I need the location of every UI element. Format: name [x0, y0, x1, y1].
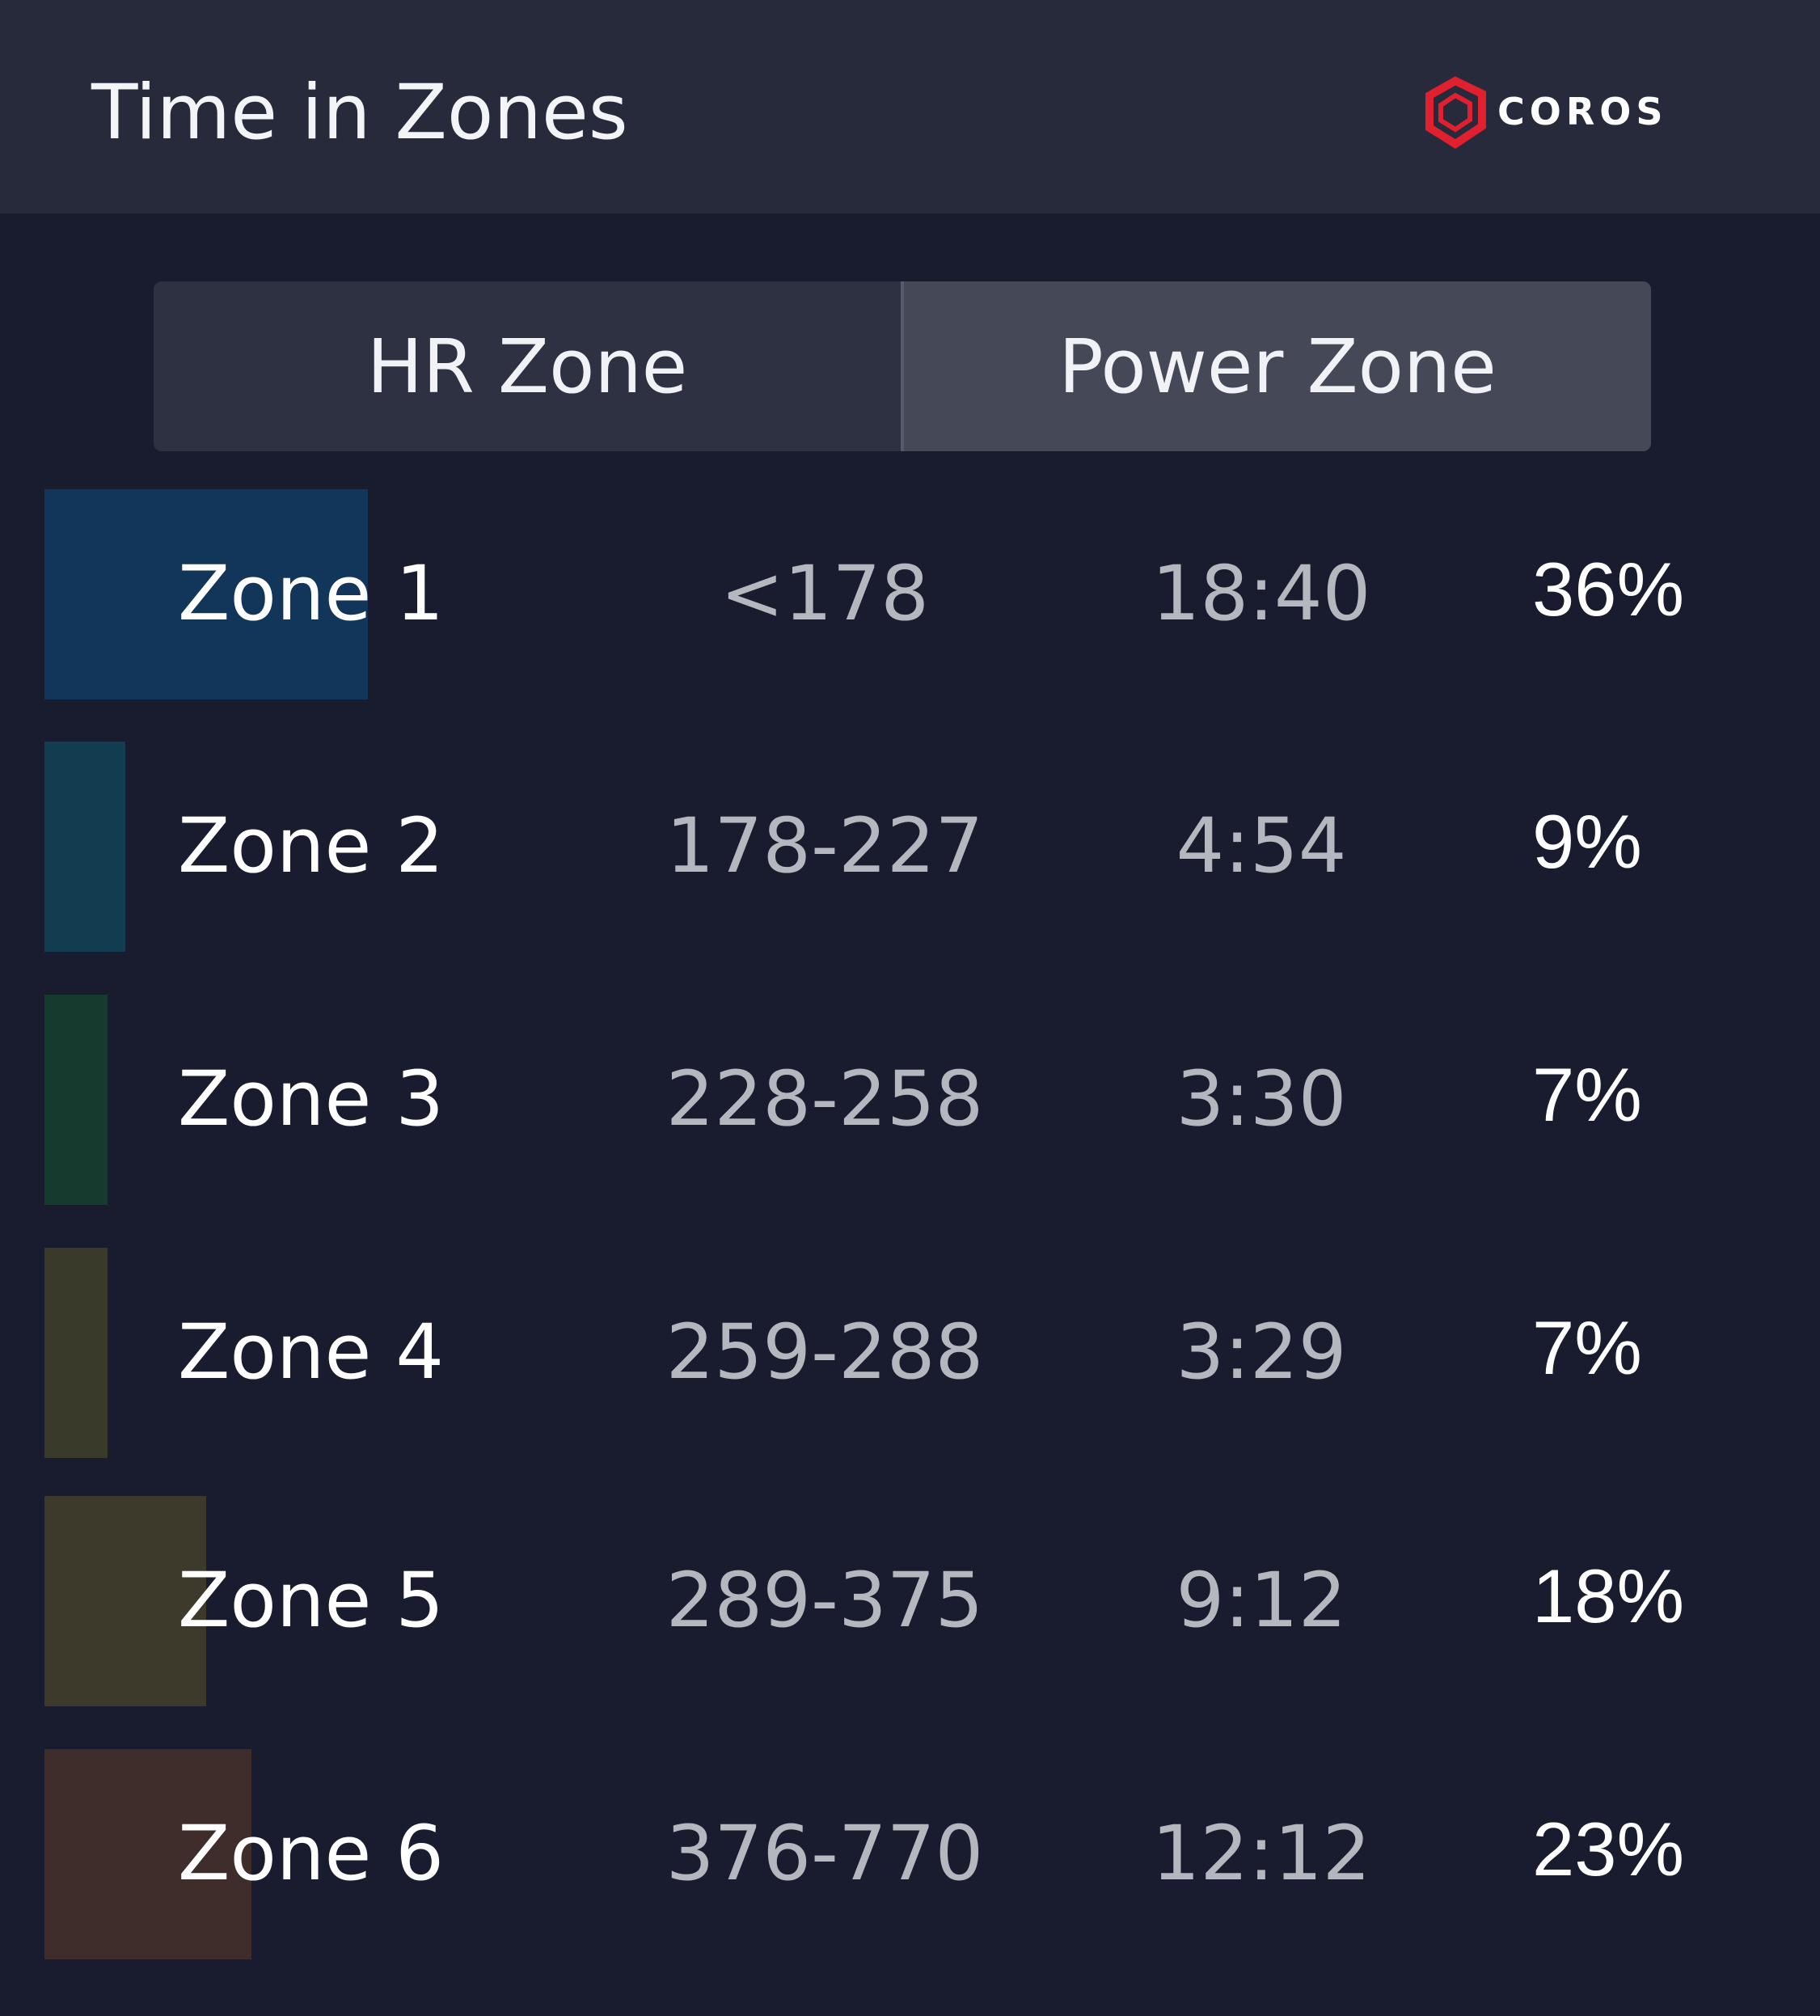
- zone-range: 228-258: [665, 1055, 984, 1143]
- zone-range: 376-770: [665, 1810, 984, 1898]
- header: Time in Zones COROS: [0, 0, 1820, 213]
- zone-time: 3:29: [1176, 1308, 1347, 1397]
- zone-name: Zone 3: [178, 1055, 444, 1143]
- coros-wordmark: COROS: [1497, 90, 1668, 133]
- zone-row: Zone 6 376-770 12:12 23%: [0, 1749, 1820, 1959]
- zone-type-tabs: HR Zone Power Zone: [154, 281, 1651, 451]
- zone-bar: [44, 1248, 108, 1458]
- zone-time: 3:30: [1176, 1055, 1347, 1143]
- zone-row: Zone 3 228-258 3:30 7%: [0, 995, 1820, 1205]
- zone-percent: 36%: [1532, 547, 1685, 632]
- coros-hexagon-icon: [1425, 76, 1486, 149]
- zone-time: 9:12: [1176, 1557, 1347, 1645]
- zone-row: Zone 2 178-227 4:54 9%: [0, 742, 1820, 952]
- tab-hr-zone[interactable]: HR Zone: [154, 281, 901, 451]
- zone-percent: 18%: [1532, 1553, 1685, 1638]
- tab-hr-zone-label: HR Zone: [366, 323, 688, 410]
- zone-range: 178-227: [665, 802, 984, 890]
- zone-range: <178: [720, 550, 930, 638]
- zone-time: 4:54: [1176, 802, 1347, 890]
- tab-power-zone[interactable]: Power Zone: [901, 281, 1651, 451]
- zone-name: Zone 4: [178, 1308, 444, 1397]
- zone-range: 289-375: [665, 1557, 984, 1645]
- zone-name: Zone 1: [178, 550, 444, 638]
- zone-bar: [44, 742, 125, 952]
- zone-time: 18:40: [1151, 550, 1371, 638]
- page-title: Time in Zones: [91, 69, 628, 157]
- zone-bar: [44, 995, 108, 1205]
- zone-time: 12:12: [1151, 1810, 1371, 1898]
- zone-row: Zone 4 259-288 3:29 7%: [0, 1248, 1820, 1458]
- zone-row: Zone 1 <178 18:40 36%: [0, 489, 1820, 699]
- zone-name: Zone 6: [178, 1810, 444, 1898]
- zone-percent: 9%: [1532, 799, 1642, 884]
- zone-percent: 7%: [1532, 1052, 1642, 1137]
- zone-percent: 7%: [1532, 1305, 1642, 1390]
- coros-logo: COROS: [1425, 76, 1668, 149]
- zone-row: Zone 5 289-375 9:12 18%: [0, 1496, 1820, 1706]
- zone-name: Zone 2: [178, 802, 444, 890]
- zone-range: 259-288: [665, 1308, 984, 1397]
- tab-power-zone-label: Power Zone: [1058, 323, 1497, 410]
- zone-name: Zone 5: [178, 1557, 444, 1645]
- zone-percent: 23%: [1532, 1807, 1685, 1891]
